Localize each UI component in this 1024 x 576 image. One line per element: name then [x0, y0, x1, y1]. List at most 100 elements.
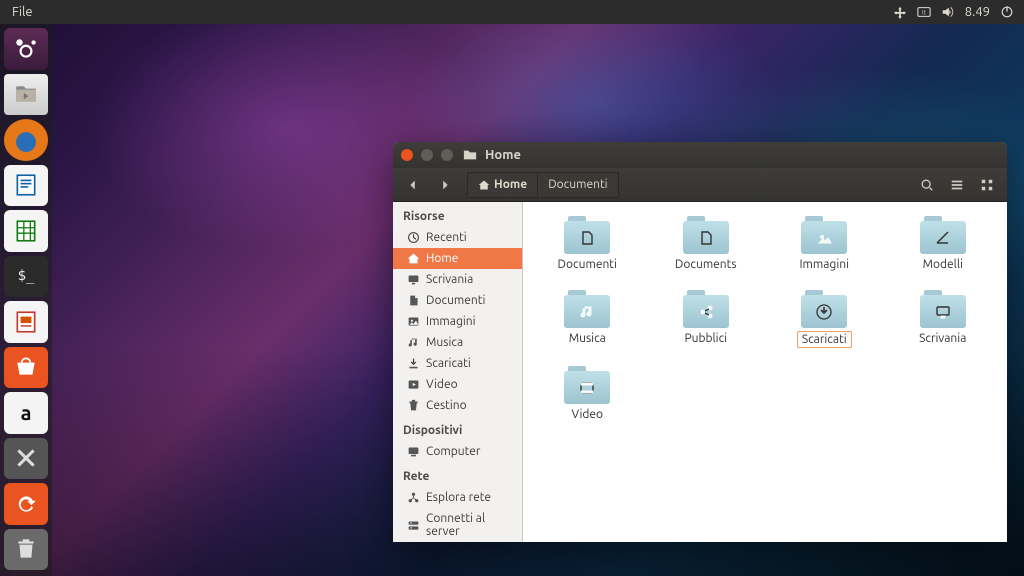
folder-label: Musica: [565, 331, 610, 346]
search-button[interactable]: [913, 172, 941, 198]
writer-launcher[interactable]: [4, 165, 48, 207]
sidebar-item-documenti[interactable]: Documenti: [393, 290, 522, 311]
folder-documents[interactable]: Documents: [650, 216, 763, 272]
sidebar-item-label: Cestino: [426, 399, 467, 412]
terminal-launcher[interactable]: $_: [4, 256, 48, 298]
folder-icon: [801, 290, 847, 328]
sidebar-item-video[interactable]: Video: [393, 374, 522, 395]
svg-text:It: It: [922, 10, 927, 17]
sidebar-item-cestino[interactable]: Cestino: [393, 395, 522, 416]
window-close-button[interactable]: [401, 149, 413, 161]
doc-icon: [407, 294, 420, 307]
folder-label: Scrivania: [915, 331, 970, 346]
window-titlebar[interactable]: Home: [393, 142, 1007, 168]
settings-launcher[interactable]: [4, 438, 48, 480]
places-sidebar: Risorse Recenti Home Scrivania Documenti Imm…: [393, 202, 523, 542]
sidebar-item-immagini[interactable]: Immagini: [393, 311, 522, 332]
nav-back-button[interactable]: [399, 172, 427, 198]
clock[interactable]: 8.49: [965, 5, 990, 19]
power-icon[interactable]: [1000, 5, 1014, 19]
home-icon: [478, 179, 490, 191]
list-view-button[interactable]: [943, 172, 971, 198]
home-icon: [407, 252, 420, 265]
folder-pubblici[interactable]: Pubblici: [650, 290, 763, 348]
sidebar-item-recenti[interactable]: Recenti: [393, 227, 522, 248]
music-icon: [407, 336, 420, 349]
sidebar-item-label: Scaricati: [426, 357, 471, 370]
clock-icon: [407, 231, 420, 244]
folder-view[interactable]: Documenti Documents Immagini Modelli Musica P…: [523, 202, 1007, 542]
trash-launcher[interactable]: [4, 529, 48, 571]
folder-musica[interactable]: Musica: [531, 290, 644, 348]
top-menubar: File It 8.49: [0, 0, 1024, 24]
files-launcher[interactable]: [4, 74, 48, 116]
folder-label: Pubblici: [680, 331, 731, 346]
folder-scaricati[interactable]: Scaricati: [768, 290, 881, 348]
sidebar-item-label: Immagini: [426, 315, 476, 328]
keyboard-indicator-icon[interactable]: It: [917, 5, 931, 19]
icon-view-button[interactable]: [973, 172, 1001, 198]
software-center-launcher[interactable]: [4, 347, 48, 389]
sidebar-section-places: Risorse: [393, 202, 522, 227]
path-bar: Home Documenti: [467, 172, 619, 198]
firefox-launcher[interactable]: [4, 119, 48, 161]
system-tray: It 8.49: [893, 5, 1024, 19]
sidebar-item-label: Scrivania: [426, 273, 473, 286]
sidebar-item-label: Musica: [426, 336, 463, 349]
sidebar-item-esplora-rete[interactable]: Esplora rete: [393, 487, 522, 508]
nav-forward-button[interactable]: [431, 172, 459, 198]
sidebar-item-connetti-al-server[interactable]: Connetti al server: [393, 508, 522, 542]
folder-immagini[interactable]: Immagini: [768, 216, 881, 272]
update-launcher[interactable]: [4, 483, 48, 525]
folder-icon: [683, 290, 729, 328]
sidebar-item-label: Recenti: [426, 231, 467, 244]
network-indicator-icon[interactable]: [893, 5, 907, 19]
network-icon: [407, 491, 420, 504]
sidebar-item-home[interactable]: Home: [393, 248, 522, 269]
sidebar-item-label: Video: [426, 378, 458, 391]
amazon-launcher[interactable]: a: [4, 392, 48, 434]
window-maximize-button[interactable]: [441, 149, 453, 161]
folder-icon: [920, 216, 966, 254]
dash-button[interactable]: [4, 28, 48, 70]
folder-label: Documents: [671, 257, 741, 272]
files-window: Home Home Documenti Risorse Recenti Home S…: [393, 142, 1007, 542]
folder-label: Video: [567, 407, 607, 422]
window-minimize-button[interactable]: [421, 149, 433, 161]
window-title: Home: [485, 148, 521, 162]
desktop-icon: [407, 273, 420, 286]
trash-icon: [407, 399, 420, 412]
server-icon: [407, 519, 420, 532]
folder-label: Documenti: [554, 257, 621, 272]
impress-launcher[interactable]: [4, 301, 48, 343]
folder-scrivania[interactable]: Scrivania: [887, 290, 1000, 348]
folder-modelli[interactable]: Modelli: [887, 216, 1000, 272]
folder-icon: [920, 290, 966, 328]
sidebar-item-label: Computer: [426, 445, 480, 458]
sidebar-item-scaricati[interactable]: Scaricati: [393, 353, 522, 374]
computer-icon: [407, 445, 420, 458]
image-icon: [407, 315, 420, 328]
sidebar-item-scrivania[interactable]: Scrivania: [393, 269, 522, 290]
toolbar: Home Documenti: [393, 168, 1007, 202]
path-segment-documenti[interactable]: Documenti: [538, 172, 618, 198]
sidebar-item-musica[interactable]: Musica: [393, 332, 522, 353]
folder-icon: [564, 290, 610, 328]
folder-label: Modelli: [919, 257, 967, 272]
calc-launcher[interactable]: [4, 210, 48, 252]
folder-documenti[interactable]: Documenti: [531, 216, 644, 272]
sidebar-item-computer[interactable]: Computer: [393, 441, 522, 462]
sidebar-section-devices: Dispositivi: [393, 416, 522, 441]
sidebar-item-label: Home: [426, 252, 458, 265]
folder-video[interactable]: Video: [531, 366, 644, 422]
sound-indicator-icon[interactable]: [941, 5, 955, 19]
folder-icon: [801, 216, 847, 254]
sidebar-section-network: Rete: [393, 462, 522, 487]
path-segment-home[interactable]: Home: [467, 172, 538, 198]
menu-file[interactable]: File: [0, 5, 45, 19]
folder-icon: [564, 216, 610, 254]
folder-icon: [463, 148, 477, 162]
folder-label: Immagini: [795, 257, 853, 272]
folder-icon: [564, 366, 610, 404]
unity-launcher: $_ a: [0, 24, 52, 576]
